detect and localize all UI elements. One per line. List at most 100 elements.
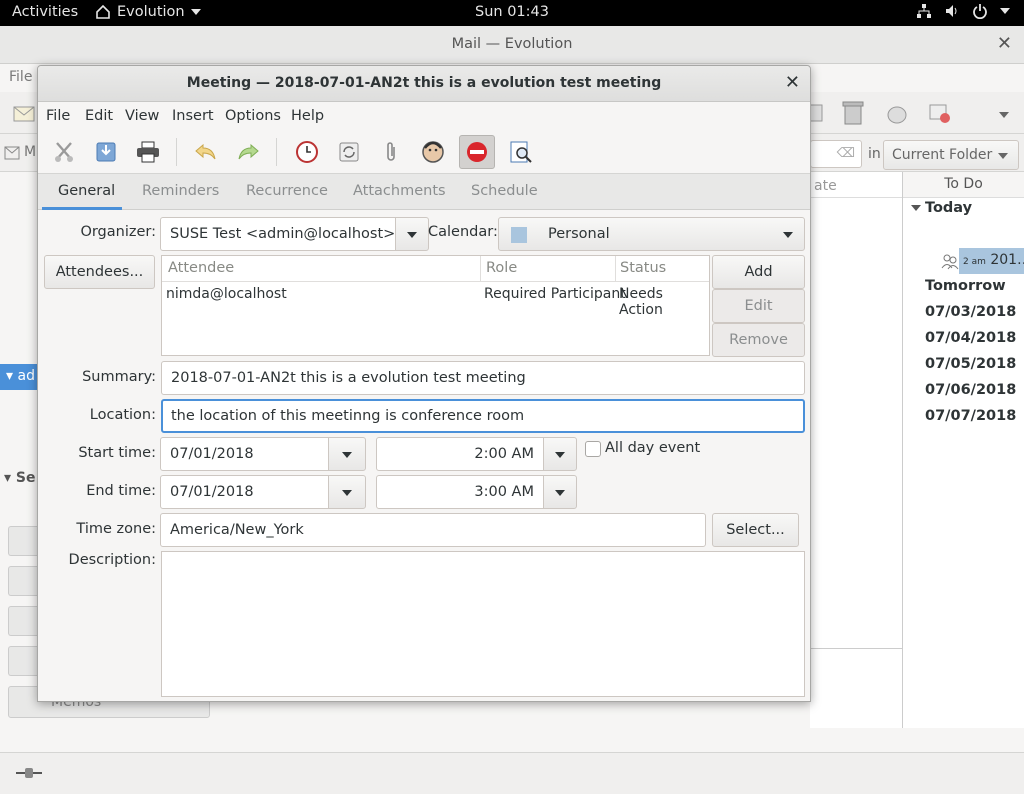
app-menu[interactable]: Evolution [95, 4, 201, 20]
cancel-meeting-button[interactable] [459, 135, 495, 169]
all-day-checkbox[interactable] [585, 441, 601, 457]
recurrence-button[interactable] [331, 135, 367, 169]
sidebar-section[interactable]: ▾ Se [4, 470, 35, 486]
main-menu-file[interactable]: File [9, 69, 32, 85]
role-cell: Required Participant [484, 286, 626, 302]
column-divider [615, 256, 616, 282]
print-button[interactable] [130, 135, 166, 169]
menu-insert[interactable]: Insert [172, 108, 214, 124]
activities-button[interactable]: Activities [12, 4, 78, 20]
tab-reminders[interactable]: Reminders [142, 183, 219, 199]
column-divider [480, 256, 481, 282]
message-list[interactable] [810, 198, 902, 648]
cut-button[interactable] [46, 135, 82, 169]
search-input[interactable]: ⌫ [810, 140, 862, 168]
switcher-calendar-button[interactable] [8, 606, 38, 636]
message-list-header[interactable]: ate [810, 172, 902, 198]
clear-search-icon[interactable]: ⌫ [837, 146, 855, 161]
location-input[interactable]: the location of this meetinng is confere… [161, 399, 805, 433]
all-day-label[interactable]: All day event [605, 440, 700, 456]
todo-day[interactable]: 07/07/2018 [925, 408, 1016, 424]
todo-day[interactable]: 07/06/2018 [925, 382, 1016, 398]
organizer-dropdown[interactable] [395, 217, 429, 251]
timezone-input[interactable]: America/New_York [160, 513, 706, 547]
calendar-select[interactable]: Personal [498, 217, 805, 251]
tab-attachments[interactable]: Attachments [353, 183, 446, 199]
app-name: Evolution [117, 4, 185, 20]
save-button[interactable] [88, 135, 124, 169]
search-scope-select[interactable]: Current Folder [883, 140, 1019, 170]
attendees-button[interactable]: Attendees... [44, 255, 155, 289]
start-time-value: 2:00 AM [474, 446, 534, 462]
system-menu[interactable] [916, 3, 1010, 19]
end-time-dropdown[interactable] [543, 475, 577, 509]
attach-button[interactable] [373, 135, 409, 169]
redo-button[interactable] [230, 135, 266, 169]
toolbar-separator [176, 138, 177, 166]
online-status-icon[interactable] [16, 767, 42, 779]
gnome-top-bar: Activities Evolution Sun 01:43 [0, 0, 1024, 26]
add-attendee-button[interactable]: Add [712, 255, 805, 289]
appointment-text: 201… [990, 252, 1024, 268]
sidebar-account-label: ad [17, 368, 35, 384]
main-close-button[interactable]: ✕ [997, 33, 1012, 54]
todo-day[interactable]: 07/03/2018 [925, 304, 1016, 320]
select-timezone-button[interactable]: Select... [712, 513, 799, 547]
start-time-input[interactable]: 2:00 AM [376, 437, 544, 471]
todo-day[interactable]: Tomorrow [925, 278, 1006, 294]
menu-view[interactable]: View [125, 108, 159, 124]
todo-appointment[interactable]: 2 am 201… [939, 248, 1024, 274]
todo-today[interactable]: Today [925, 200, 972, 216]
todo-pane: To Do Today 2 am 201… Tomorrow 07/03/201… [902, 172, 1024, 728]
dialog-close-button[interactable]: ✕ [785, 72, 800, 93]
menu-help[interactable]: Help [291, 108, 324, 124]
attendee-table[interactable]: Attendee Role Status nimda@localhost Req… [161, 255, 710, 356]
location-value: the location of this meetinng is confere… [171, 408, 525, 424]
power-icon [973, 4, 987, 19]
archive-icon[interactable] [810, 101, 824, 125]
reminder-button[interactable] [289, 135, 325, 169]
todo-day[interactable]: 07/04/2018 [925, 330, 1016, 346]
start-time-dropdown[interactable] [543, 437, 577, 471]
switcher-tasks-button[interactable] [8, 646, 38, 676]
todo-header: To Do [903, 172, 1024, 198]
network-icon [917, 4, 931, 18]
switcher-contacts-button[interactable] [8, 566, 38, 596]
calendar-color-swatch [511, 227, 527, 243]
menu-edit[interactable]: Edit [85, 108, 113, 124]
column-role[interactable]: Role [486, 260, 517, 276]
switcher-mail-button[interactable] [8, 526, 38, 556]
sidebar-account-selected[interactable]: ▾ ad [0, 364, 38, 390]
start-date-input[interactable]: 07/01/2018 [160, 437, 329, 471]
clock[interactable]: Sun 01:43 [475, 4, 549, 20]
end-time-input[interactable]: 3:00 AM [376, 475, 544, 509]
summary-input[interactable]: 2018-07-01-AN2t this is a evolution test… [161, 361, 805, 395]
remove-attendee-button[interactable]: Remove [712, 323, 805, 357]
start-date-picker-button[interactable] [328, 437, 366, 471]
save-icon [96, 142, 116, 162]
new-mail-icon[interactable] [12, 101, 36, 125]
attendee-cell: nimda@localhost [166, 286, 287, 302]
end-date-picker-button[interactable] [328, 475, 366, 509]
column-attendee[interactable]: Attendee [168, 260, 234, 276]
description-textarea[interactable] [161, 551, 805, 697]
expander-icon[interactable] [911, 205, 921, 211]
tab-general[interactable]: General [58, 183, 115, 199]
toolbar-overflow-icon[interactable] [999, 112, 1009, 118]
todo-day[interactable]: 07/05/2018 [925, 356, 1016, 372]
free-busy-button[interactable] [415, 135, 451, 169]
junk-icon[interactable] [886, 101, 908, 125]
organizer-select[interactable]: SUSE Test <admin@localhost> [160, 217, 396, 251]
edit-attendee-button[interactable]: Edit [712, 289, 805, 323]
dialog-title: Meeting — 2018-07-01-AN2t this is a evol… [186, 75, 662, 91]
column-status[interactable]: Status [620, 260, 666, 276]
print-preview-button[interactable] [503, 135, 539, 169]
undo-button[interactable] [188, 135, 224, 169]
menu-file[interactable]: File [46, 108, 70, 124]
not-junk-icon[interactable] [928, 101, 952, 125]
tab-schedule[interactable]: Schedule [471, 183, 538, 199]
tab-recurrence[interactable]: Recurrence [246, 183, 328, 199]
end-date-input[interactable]: 07/01/2018 [160, 475, 329, 509]
menu-options[interactable]: Options [225, 108, 281, 124]
delete-icon[interactable] [842, 100, 864, 126]
